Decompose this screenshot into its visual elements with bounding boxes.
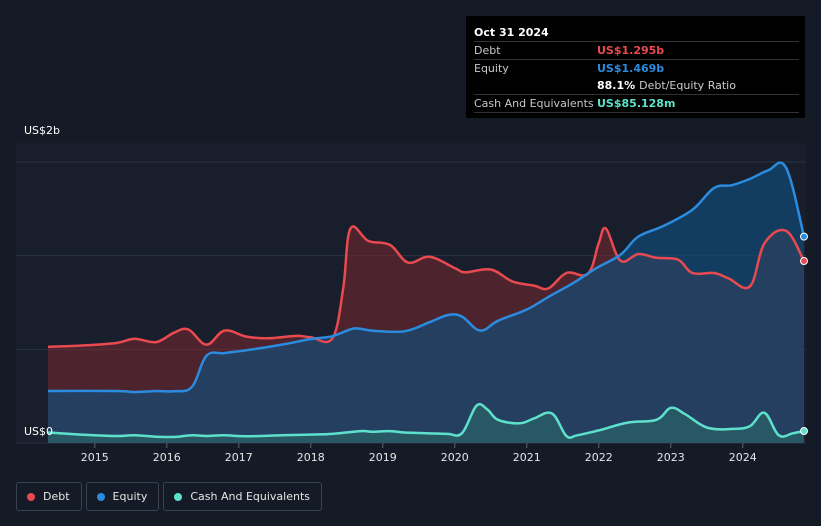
y-tick-label-top: US$2b xyxy=(24,124,60,137)
tooltip-label: Cash And Equivalents xyxy=(474,97,594,110)
x-tick-label: 2022 xyxy=(585,451,613,464)
tooltip-date: Oct 31 2024 xyxy=(474,26,549,39)
tooltip-row-cash: Cash And Equivalents US$85.128m xyxy=(474,94,799,113)
x-axis-ticks: 2015 2016 2017 2018 2019 2020 2021 2022 2023 2024 xyxy=(81,443,757,464)
tooltip-row-equity: Equity US$1.469b xyxy=(474,59,799,77)
tooltip-label: Equity xyxy=(474,62,509,75)
tooltip-label: Debt xyxy=(474,44,501,57)
tooltip-label xyxy=(474,77,597,94)
x-tick-label: 2019 xyxy=(369,451,397,464)
y-tick-label-bottom: US$0 xyxy=(24,425,53,438)
series-endpoint-1 xyxy=(800,232,808,241)
tooltip-value: 88.1% xyxy=(597,79,636,92)
legend-item-cash[interactable]: Cash And Equivalents xyxy=(163,482,322,511)
tooltip-suffix: Debt/Equity Ratio xyxy=(639,79,736,92)
tooltip-value: US$1.295b xyxy=(597,44,665,57)
data-tooltip: Oct 31 2024 Debt US$1.295b Equity US$1.4… xyxy=(466,16,805,118)
legend-label: Equity xyxy=(112,490,148,503)
x-tick-label: 2023 xyxy=(657,451,685,464)
series-endpoint-0 xyxy=(800,257,808,266)
tooltip-row-debt: Debt US$1.295b xyxy=(474,41,799,59)
legend-label: Debt xyxy=(43,490,70,503)
x-tick-label: 2015 xyxy=(81,451,109,464)
x-tick-label: 2021 xyxy=(513,451,541,464)
legend-item-equity[interactable]: Equity xyxy=(85,482,160,511)
x-tick-label: 2016 xyxy=(153,451,181,464)
tooltip-row-ratio: 88.1% Debt/Equity Ratio xyxy=(474,77,799,94)
legend-dot-icon xyxy=(27,492,35,501)
tooltip-value: US$85.128m xyxy=(597,97,676,110)
x-tick-label: 2024 xyxy=(729,451,757,464)
legend-dot-icon xyxy=(96,492,105,501)
tooltip-value: US$1.469b xyxy=(597,62,665,75)
series-endpoint-2 xyxy=(800,427,808,436)
chart-legend: Debt Equity Cash And Equivalents xyxy=(16,482,322,511)
x-tick-label: 2017 xyxy=(225,451,253,464)
legend-dot-icon xyxy=(174,492,183,501)
legend-item-debt[interactable]: Debt xyxy=(16,482,82,511)
x-tick-label: 2020 xyxy=(441,451,469,464)
x-tick-label: 2018 xyxy=(297,451,325,464)
legend-label: Cash And Equivalents xyxy=(190,490,310,503)
